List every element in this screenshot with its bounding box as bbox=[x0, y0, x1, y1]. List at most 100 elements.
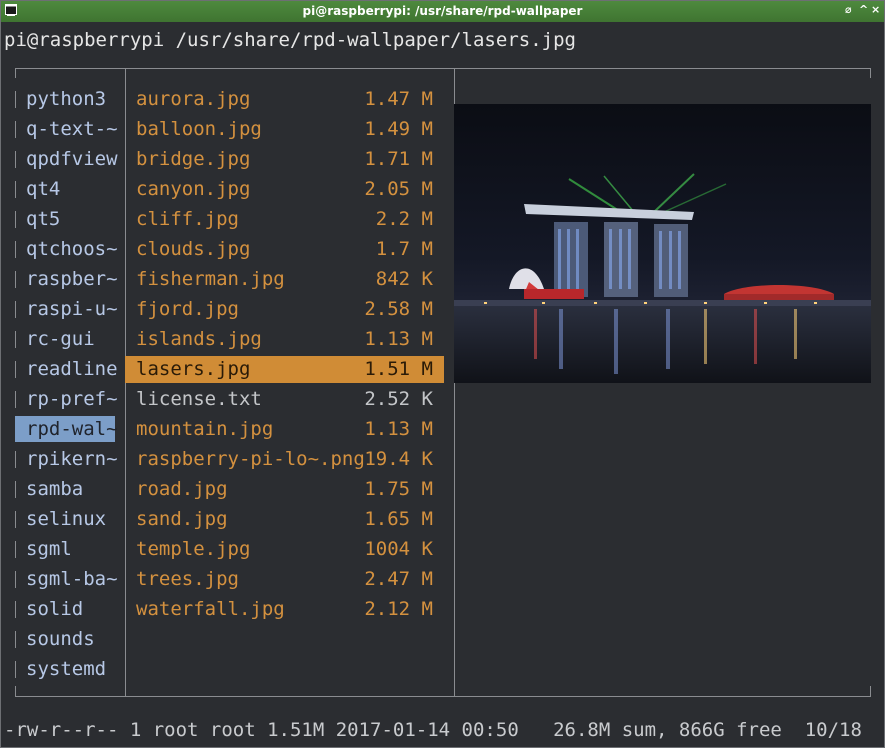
parent-dir-item[interactable]: qpdfview bbox=[15, 144, 125, 174]
parent-dir-item-label: sgml-ba~ bbox=[26, 568, 118, 590]
parent-dir-item-label: sounds bbox=[26, 628, 95, 650]
file-size: 2.58 M bbox=[364, 298, 433, 320]
parent-dir-item-label: readline bbox=[26, 358, 118, 380]
file-name: fisherman.jpg bbox=[136, 268, 285, 290]
file-row[interactable]: bridge.jpg 1.71 M bbox=[125, 144, 445, 174]
file-row[interactable]: balloon.jpg 1.49 M bbox=[125, 114, 445, 144]
file-name: cliff.jpg bbox=[136, 208, 239, 230]
maximize-icon[interactable]: ^ bbox=[859, 3, 868, 16]
title-bar[interactable]: pi@raspberrypi: /usr/share/rpd-wallpaper… bbox=[1, 1, 884, 22]
file-name: mountain.jpg bbox=[136, 418, 274, 440]
file-size: 2.05 M bbox=[364, 178, 433, 200]
parent-dir-item-label: qtchoos~ bbox=[26, 238, 118, 260]
file-name: raspberry-pi-lo~.png bbox=[136, 448, 365, 470]
row-separator bbox=[15, 391, 16, 408]
row-separator bbox=[15, 601, 16, 618]
file-list-column[interactable]: aurora.jpg 1.47 M balloon.jpg 1.49 M bridge.… bbox=[125, 84, 445, 624]
parent-dir-item-label: systemd bbox=[26, 658, 107, 680]
file-name: canyon.jpg bbox=[136, 178, 251, 200]
parent-dir-item-label: sgml bbox=[26, 538, 72, 560]
parent-dir-item-label: rpikern~ bbox=[26, 448, 118, 470]
parent-dir-item[interactable]: python3 bbox=[15, 84, 125, 114]
parent-dir-item[interactable]: raspber~ bbox=[15, 264, 125, 294]
iconify-icon[interactable]: ⌀ bbox=[845, 3, 852, 16]
row-separator bbox=[15, 661, 16, 678]
file-row[interactable]: waterfall.jpg 2.12 M bbox=[125, 594, 445, 624]
parent-dir-item-label: samba bbox=[26, 478, 84, 500]
parent-dir-item[interactable]: sounds bbox=[15, 624, 125, 654]
current-path: pi@raspberrypi /usr/share/rpd-wallpaper/… bbox=[4, 29, 576, 51]
file-row[interactable]: raspberry-pi-lo~.png 19.4 K bbox=[125, 444, 445, 474]
file-row[interactable]: road.jpg 1.75 M bbox=[125, 474, 445, 504]
row-separator bbox=[15, 481, 16, 498]
parent-dir-item[interactable]: sgml bbox=[15, 534, 125, 564]
parent-dir-item[interactable]: selinux bbox=[15, 504, 125, 534]
row-separator bbox=[15, 631, 16, 648]
file-row[interactable]: mountain.jpg 1.13 M bbox=[125, 414, 445, 444]
parent-dir-item-label: qt5 bbox=[26, 208, 61, 230]
file-name: fjord.jpg bbox=[136, 298, 239, 320]
file-size: 19.4 K bbox=[364, 448, 433, 470]
parent-dir-item[interactable]: raspi-u~ bbox=[15, 294, 125, 324]
file-row[interactable]: aurora.jpg 1.47 M bbox=[125, 84, 445, 114]
close-icon[interactable]: × bbox=[871, 3, 880, 16]
row-separator bbox=[15, 451, 16, 468]
parent-dir-item-label: rp-pref~ bbox=[26, 388, 118, 410]
row-separator bbox=[15, 331, 16, 348]
parent-dir-item[interactable]: rp-pref~ bbox=[15, 384, 125, 414]
file-size: 842 K bbox=[375, 268, 433, 290]
parent-dir-item[interactable]: readline bbox=[15, 354, 125, 384]
file-row[interactable]: fjord.jpg 2.58 M bbox=[125, 294, 445, 324]
parent-dir-item[interactable]: qt5 bbox=[15, 204, 125, 234]
file-row[interactable]: trees.jpg 2.47 M bbox=[125, 564, 445, 594]
parent-dir-item-label: solid bbox=[26, 598, 84, 620]
file-name: islands.jpg bbox=[136, 328, 262, 350]
parent-dir-item-label: q-text-~ bbox=[26, 118, 118, 140]
parent-dir-item[interactable]: rc-gui bbox=[15, 324, 125, 354]
file-row[interactable]: temple.jpg 1004 K bbox=[125, 534, 445, 564]
window-title: pi@raspberrypi: /usr/share/rpd-wallpaper bbox=[302, 4, 583, 18]
parent-dir-item[interactable]: rpd-wal~ bbox=[15, 414, 125, 444]
row-separator bbox=[15, 151, 16, 168]
row-separator bbox=[15, 541, 16, 558]
file-size: 1.47 M bbox=[364, 88, 433, 110]
file-name: sand.jpg bbox=[136, 508, 228, 530]
file-name: clouds.jpg bbox=[136, 238, 251, 260]
row-separator bbox=[15, 301, 16, 318]
row-separator bbox=[15, 571, 16, 588]
file-row[interactable]: clouds.jpg 1.7 M bbox=[125, 234, 445, 264]
row-separator bbox=[15, 361, 16, 378]
file-row[interactable]: lasers.jpg 1.51 M bbox=[125, 354, 445, 384]
row-separator bbox=[15, 271, 16, 288]
terminal-area[interactable]: pi@raspberrypi /usr/share/rpd-wallpaper/… bbox=[1, 22, 884, 747]
parent-directory-column[interactable]: python3 q-text-~ qpdfview qt4 qt5 qtchoos~ ras… bbox=[15, 84, 125, 684]
parent-dir-item[interactable]: qt4 bbox=[15, 174, 125, 204]
file-row[interactable]: cliff.jpg 2.2 M bbox=[125, 204, 445, 234]
parent-dir-item[interactable]: qtchoos~ bbox=[15, 234, 125, 264]
file-row[interactable]: islands.jpg 1.13 M bbox=[125, 324, 445, 354]
file-name: waterfall.jpg bbox=[136, 598, 285, 620]
file-size: 1.51 M bbox=[364, 358, 433, 380]
parent-dir-item[interactable]: systemd bbox=[15, 654, 125, 684]
parent-dir-item[interactable]: sgml-ba~ bbox=[15, 564, 125, 594]
file-size: 2.47 M bbox=[364, 568, 433, 590]
parent-dir-item[interactable]: solid bbox=[15, 594, 125, 624]
parent-dir-item-label: qt4 bbox=[26, 178, 61, 200]
file-row[interactable]: canyon.jpg 2.05 M bbox=[125, 174, 445, 204]
parent-dir-item[interactable]: q-text-~ bbox=[15, 114, 125, 144]
file-row[interactable]: sand.jpg 1.65 M bbox=[125, 504, 445, 534]
parent-dir-item[interactable]: samba bbox=[15, 474, 125, 504]
status-line: -rw-r--r-- 1 root root 1.51M 2017-01-14 … bbox=[4, 719, 885, 741]
parent-dir-item-label: rc-gui bbox=[26, 328, 95, 350]
image-preview bbox=[454, 104, 871, 383]
file-row[interactable]: fisherman.jpg 842 K bbox=[125, 264, 445, 294]
file-name: trees.jpg bbox=[136, 568, 239, 590]
row-separator bbox=[15, 211, 16, 228]
row-separator bbox=[15, 121, 16, 138]
frame-right-tick-bottom bbox=[870, 686, 871, 697]
file-size: 1.13 M bbox=[364, 418, 433, 440]
parent-dir-item[interactable]: rpikern~ bbox=[15, 444, 125, 474]
file-row[interactable]: license.txt 2.52 K bbox=[125, 384, 445, 414]
frame-bottom-border bbox=[15, 696, 871, 697]
parent-dir-item-label: raspi-u~ bbox=[26, 298, 118, 320]
